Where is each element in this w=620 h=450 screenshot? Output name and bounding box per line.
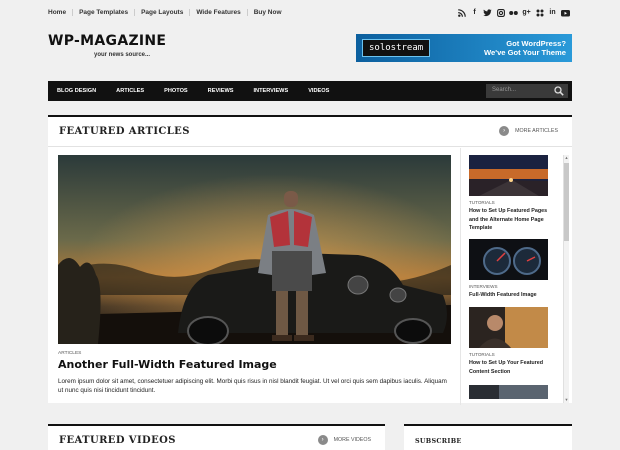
- youtube-icon[interactable]: [561, 8, 570, 17]
- nav-interviews[interactable]: INTERVIEWS: [253, 88, 288, 94]
- site-tagline: your news source...: [94, 52, 151, 58]
- hero-category[interactable]: ARTICLES: [58, 351, 81, 356]
- more-videos-label: MORE VIDEOS: [333, 437, 371, 443]
- side-title[interactable]: How to Set Up Featured Pages and the Alt…: [469, 207, 551, 233]
- subscribe-panel: SUBSCRIBE: [404, 424, 572, 450]
- search-icon[interactable]: [554, 86, 564, 96]
- hero-title[interactable]: Another Full-Width Featured Image: [58, 358, 277, 371]
- arrow-right-icon: ›: [317, 435, 328, 445]
- side-category[interactable]: TUTORIALS: [469, 352, 551, 357]
- delicious-icon[interactable]: [535, 8, 544, 17]
- site-logo[interactable]: WP-MAGAZINE: [48, 33, 166, 49]
- googleplus-icon[interactable]: g+: [522, 8, 531, 17]
- linkedin-icon[interactable]: in: [548, 8, 557, 17]
- side-article[interactable]: [469, 385, 551, 399]
- videos-title: FEATURED VIDEOS: [59, 435, 176, 446]
- sidebar-scrollbar[interactable]: ▲ ▼: [563, 155, 569, 403]
- featured-articles-panel: FEATURED ARTICLES › MORE ARTICLES ARTICL…: [48, 115, 572, 405]
- nav-videos[interactable]: VIDEOS: [308, 88, 329, 94]
- twitter-icon[interactable]: [483, 8, 492, 17]
- banner-ad[interactable]: solostream Got WordPress? We've Got Your…: [356, 34, 572, 62]
- flickr-icon[interactable]: [509, 8, 518, 17]
- side-article[interactable]: TUTORIALS How to Set Up Your Featured Co…: [469, 307, 551, 376]
- side-thumbnail[interactable]: [469, 155, 548, 196]
- facebook-icon[interactable]: f: [470, 8, 479, 17]
- side-thumbnail[interactable]: [469, 385, 548, 399]
- more-videos-link[interactable]: › MORE VIDEOS: [317, 435, 371, 445]
- nav-blog-design[interactable]: BLOG DESIGN: [57, 88, 96, 94]
- nav-articles[interactable]: ARTICLES: [116, 88, 144, 94]
- side-category[interactable]: INTERVIEWS: [469, 284, 551, 289]
- search-placeholder: Search...: [492, 87, 517, 93]
- arrow-right-icon: ›: [499, 126, 510, 136]
- search-input[interactable]: Search...: [486, 84, 568, 98]
- scrollbar-thumb[interactable]: [564, 163, 569, 241]
- column-divider: [460, 148, 461, 405]
- side-category[interactable]: TUTORIALS: [469, 200, 551, 205]
- side-thumbnail[interactable]: [469, 307, 548, 348]
- nav-reviews[interactable]: REVIEWS: [208, 88, 234, 94]
- featured-title: FEATURED ARTICLES: [59, 126, 190, 137]
- instagram-icon[interactable]: [496, 8, 505, 17]
- scroll-up-icon[interactable]: ▲: [564, 155, 569, 161]
- rss-icon[interactable]: [457, 8, 466, 17]
- hero-image[interactable]: [58, 155, 451, 344]
- side-title[interactable]: Full-Width Featured Image: [469, 291, 551, 300]
- more-articles-link[interactable]: › MORE ARTICLES: [499, 126, 558, 136]
- side-title[interactable]: How to Set Up Your Featured Content Sect…: [469, 359, 551, 376]
- main-nav: BLOG DESIGN ARTICLES PHOTOS REVIEWS INTE…: [48, 81, 572, 101]
- banner-line-2: We've Got Your Theme: [484, 48, 566, 57]
- featured-videos-panel: FEATURED VIDEOS › MORE VIDEOS: [48, 424, 385, 450]
- top-nav-buy-now[interactable]: Buy Now: [254, 9, 288, 16]
- banner-brand: solostream: [362, 39, 431, 57]
- side-thumbnail[interactable]: [469, 239, 548, 280]
- banner-slogan: Got WordPress? We've Got Your Theme: [484, 39, 566, 57]
- hero-excerpt: Lorem ipsum dolor sit amet, consectetuer…: [58, 378, 447, 394]
- featured-header: FEATURED ARTICLES › MORE ARTICLES: [48, 117, 572, 147]
- top-nav-wide-features[interactable]: Wide Features: [196, 9, 248, 16]
- subscribe-title: SUBSCRIBE: [415, 437, 462, 445]
- top-nav-page-templates[interactable]: Page Templates: [79, 9, 136, 16]
- more-articles-label: MORE ARTICLES: [515, 128, 558, 134]
- scroll-down-icon[interactable]: ▼: [564, 397, 569, 403]
- top-nav-page-layouts[interactable]: Page Layouts: [141, 9, 191, 16]
- side-article[interactable]: INTERVIEWS Full-Width Featured Image: [469, 239, 551, 300]
- side-article[interactable]: TUTORIALS How to Set Up Featured Pages a…: [469, 155, 551, 233]
- top-nav: Home Page Templates Page Layouts Wide Fe…: [48, 9, 294, 16]
- top-nav-home[interactable]: Home: [48, 9, 74, 16]
- banner-line-1: Got WordPress?: [506, 39, 566, 48]
- nav-photos[interactable]: PHOTOS: [164, 88, 188, 94]
- social-icons: f g+ in: [457, 8, 570, 17]
